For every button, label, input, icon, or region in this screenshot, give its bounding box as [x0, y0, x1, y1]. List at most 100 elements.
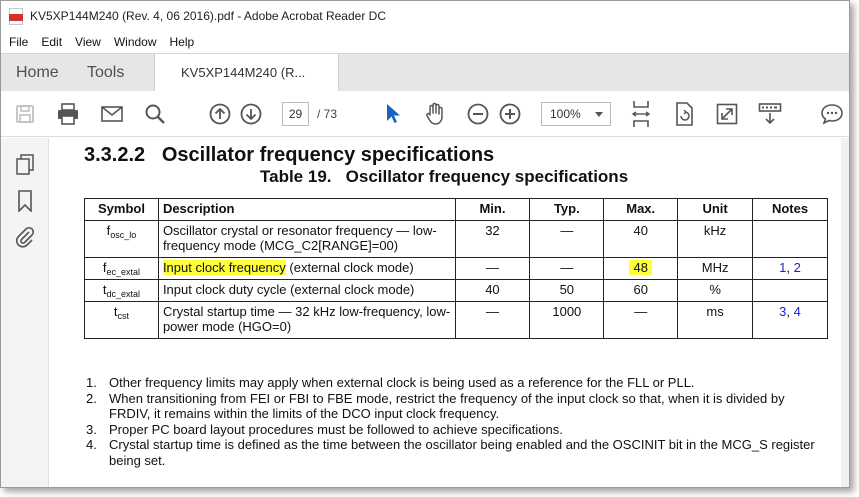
symbol-subscript: dc_extal: [106, 289, 141, 299]
menu-window[interactable]: Window: [114, 35, 157, 49]
toolbar: 29 / 73 100%: [1, 91, 849, 137]
symbol-subscript: ec_extal: [106, 267, 141, 277]
note-text: When transitioning from FEI or FBI to FB…: [109, 390, 785, 422]
page-total: / 73: [317, 107, 338, 121]
notes-cell: [752, 220, 828, 258]
zoom-in-icon[interactable]: [496, 100, 524, 128]
unit-cell: ms: [677, 301, 754, 339]
max-cell: 48: [603, 257, 679, 280]
email-icon[interactable]: [98, 100, 126, 128]
section-heading: 3.3.2.2 Oscillator frequency specificati…: [84, 144, 495, 166]
table-row: fosc_lo Oscillator crystal or resonator …: [84, 220, 828, 258]
symbol-cell: fec_extal: [84, 257, 159, 280]
highlighted-description: Input clock frequency: [162, 260, 286, 275]
min-cell: 32: [454, 220, 531, 258]
typ-cell: 1000: [529, 301, 605, 339]
fullscreen-icon[interactable]: [713, 100, 741, 128]
notes-cell: 1, 2: [752, 257, 828, 280]
tab-bar: Home Tools KV5XP144M240 (R...: [1, 53, 849, 93]
page-thumbnails-icon[interactable]: [13, 153, 37, 177]
note-item: 4. Crystal startup time is defined as the…: [86, 437, 826, 468]
description-cell: Oscillator crystal or resonator frequenc…: [157, 220, 456, 258]
column-header: Max.: [603, 198, 679, 221]
menu-edit[interactable]: Edit: [41, 35, 62, 49]
menu-help[interactable]: Help: [170, 35, 195, 49]
note-number: 4.: [86, 437, 97, 452]
title-bar: KV5XP144M240 (Rev. 4, 06 2016).pdf - Ado…: [1, 1, 849, 31]
description-text: Oscillator crystal or resonator frequenc…: [162, 223, 437, 253]
save-icon[interactable]: [11, 100, 39, 128]
typ-cell: 50: [529, 279, 605, 302]
symbol-subscript: osc_lo: [110, 230, 137, 240]
max-cell: 60: [603, 279, 679, 302]
unit-cell: kHz: [677, 220, 754, 258]
unit-cell: MHz: [677, 257, 754, 280]
next-page-icon[interactable]: [237, 100, 265, 128]
note-link[interactable]: 2: [794, 260, 801, 275]
window-title: KV5XP144M240 (Rev. 4, 06 2016).pdf - Ado…: [30, 9, 386, 23]
notes-cell: 3, 4: [752, 301, 828, 339]
description-rest: (external clock mode): [285, 260, 414, 275]
fit-page-icon[interactable]: [627, 100, 655, 128]
prev-page-icon[interactable]: [206, 100, 234, 128]
acrobat-window: KV5XP144M240 (Rev. 4, 06 2016).pdf - Ado…: [0, 0, 850, 488]
description-cell: Crystal startup time — 32 kHz low-freque…: [157, 301, 456, 339]
highlighted-max-value: 48: [629, 260, 652, 275]
typ-cell: —: [529, 220, 605, 258]
table-row: tcst Crystal startup time — 32 kHz low-f…: [84, 301, 828, 339]
tab-tools[interactable]: Tools: [87, 54, 124, 92]
table-title: Table 19. Oscillator frequency specifica…: [260, 167, 629, 186]
min-cell: —: [454, 301, 531, 339]
description-text: Input clock duty cycle (external clock m…: [162, 282, 415, 297]
print-icon[interactable]: [54, 100, 82, 128]
menu-file[interactable]: File: [9, 35, 28, 49]
notes-cell: [752, 279, 828, 302]
bookmarks-icon[interactable]: [13, 189, 37, 213]
document-page: 3.3.2.2 Oscillator frequency specificati…: [50, 138, 849, 487]
note-item: 2. When transitioning from FEI or FBI to …: [86, 391, 826, 422]
max-cell: —: [603, 301, 679, 339]
note-text: Crystal startup time is defined as the t…: [109, 437, 815, 468]
note-number: 1.: [86, 375, 97, 390]
column-header: Min.: [454, 198, 531, 221]
menu-bar: File Edit View Window Help: [1, 31, 849, 53]
note-item: 1. Other frequency limits may apply when …: [86, 375, 826, 391]
rotate-icon[interactable]: [670, 100, 698, 128]
note-item: 3. Proper PC board layout procedures must…: [86, 422, 826, 438]
zoom-select[interactable]: 100%: [541, 102, 611, 126]
page-number-input[interactable]: 29: [282, 102, 309, 126]
symbol-cell: tcst: [84, 301, 159, 339]
notes-separator: ,: [786, 260, 794, 275]
table-header-row: Symbol Description Min. Typ. Max. Unit N…: [84, 198, 828, 221]
note-link[interactable]: 4: [794, 304, 801, 319]
menu-view[interactable]: View: [75, 35, 101, 49]
description-cell: Input clock frequency (external clock mo…: [157, 257, 456, 280]
note-number: 3.: [86, 421, 97, 437]
tab-home[interactable]: Home: [16, 54, 59, 92]
description-cell: Input clock duty cycle (external clock m…: [157, 279, 456, 302]
navigation-pane: [1, 138, 49, 487]
symbol-cell: tdc_extal: [84, 279, 159, 302]
search-icon[interactable]: [141, 100, 169, 128]
tab-document[interactable]: KV5XP144M240 (R...: [154, 54, 339, 93]
chevron-down-icon: [595, 112, 603, 117]
attachments-icon[interactable]: [13, 225, 37, 249]
column-header: Notes: [752, 198, 828, 221]
comment-icon[interactable]: [818, 100, 846, 128]
column-header: Symbol: [84, 198, 159, 221]
unit-cell: %: [677, 279, 754, 302]
table-row: tdc_extal Input clock duty cycle (extern…: [84, 279, 828, 302]
select-cursor-icon[interactable]: [379, 100, 407, 128]
keyboard-icon[interactable]: [756, 100, 784, 128]
vertical-scrollbar[interactable]: [841, 138, 849, 487]
table-notes: 1. Other frequency limits may apply when …: [86, 375, 826, 468]
max-cell: 40: [603, 220, 679, 258]
table-row: fec_extal Input clock frequency (externa…: [84, 257, 828, 280]
column-header: Typ.: [529, 198, 605, 221]
hand-tool-icon[interactable]: [421, 100, 449, 128]
zoom-out-icon[interactable]: [464, 100, 492, 128]
min-cell: —: [454, 257, 531, 280]
description-text: Crystal startup time — 32 kHz low-freque…: [162, 304, 451, 334]
symbol-cell: fosc_lo: [84, 220, 159, 258]
column-header: Description: [157, 198, 456, 221]
